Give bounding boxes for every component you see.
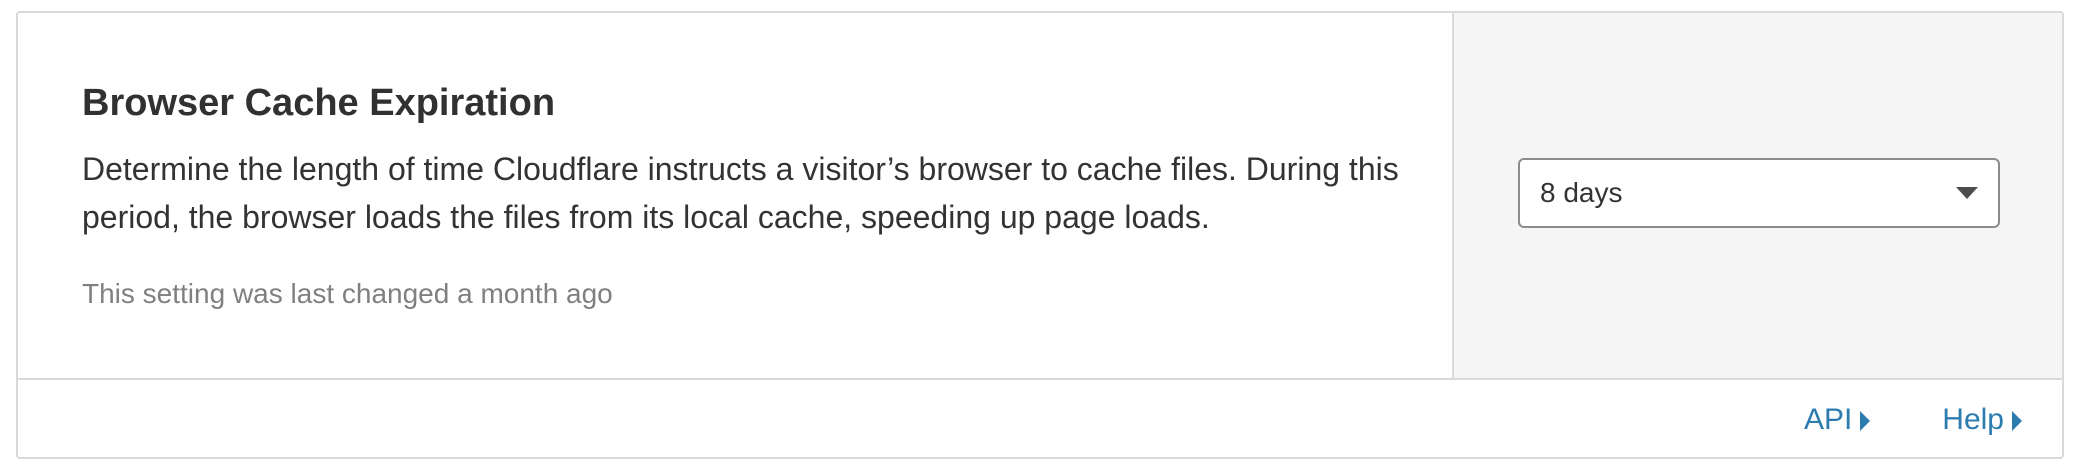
caret-right-icon (1860, 410, 1871, 431)
help-link-label: Help (1942, 402, 2004, 436)
setting-description: Determine the length of time Cloudflare … (82, 150, 1399, 235)
api-link-label: API (1803, 402, 1853, 436)
select-value: 8 days (1540, 177, 1623, 208)
card-footer: API Help (18, 378, 2062, 457)
chevron-down-icon (1956, 187, 1978, 199)
help-link[interactable]: Help (1942, 403, 2022, 437)
setting-info: Browser Cache Expiration Determine the l… (18, 13, 1452, 378)
caret-right-icon (2012, 410, 2022, 431)
cache-expiration-select[interactable]: 8 days (1518, 158, 2000, 228)
api-link[interactable]: API (1803, 402, 1871, 437)
setting-control-panel: 8 days (1452, 13, 2062, 378)
setting-title: Browser Cache Expiration (82, 82, 556, 124)
last-changed-text: This setting was last changed a month ag… (82, 277, 613, 309)
setting-card: Browser Cache Expiration Determine the l… (16, 11, 2064, 459)
card-body: Browser Cache Expiration Determine the l… (18, 13, 2062, 378)
